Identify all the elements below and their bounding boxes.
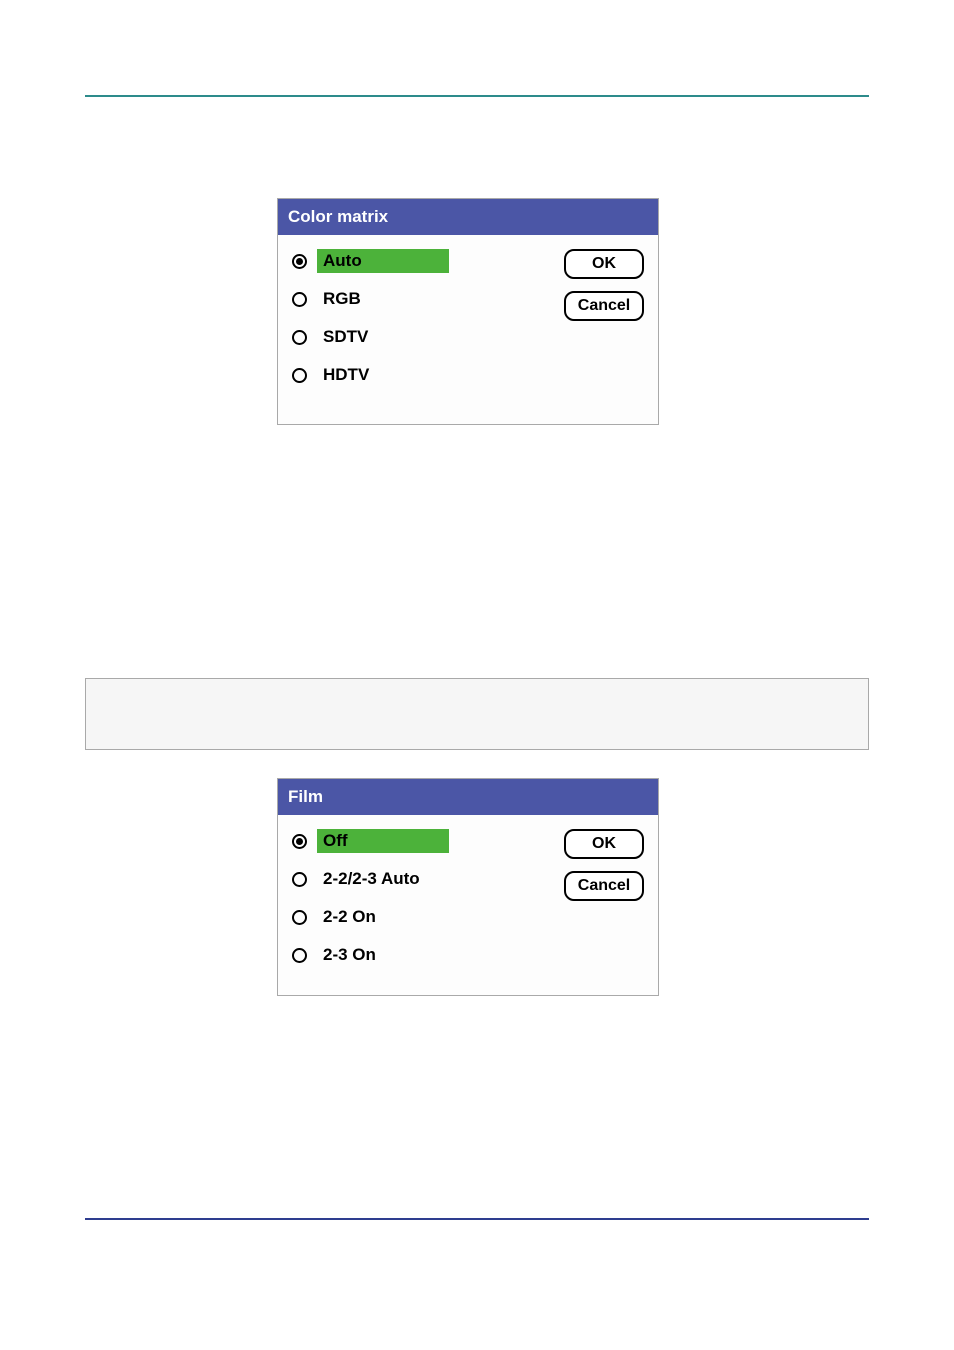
option-label: 2-2/2-3 Auto — [317, 867, 426, 891]
option-label: Auto — [317, 249, 449, 273]
ok-button[interactable]: OK — [564, 829, 644, 859]
option-label: SDTV — [317, 325, 374, 349]
bottom-divider — [85, 1218, 869, 1220]
radio-icon — [292, 910, 307, 925]
ok-button[interactable]: OK — [564, 249, 644, 279]
film-dialog: Film Off 2-2/2-3 Auto 2-2 On 2-3 On — [277, 778, 659, 996]
option-hdtv[interactable]: HDTV — [292, 363, 644, 387]
note-box — [85, 678, 869, 750]
option-label: RGB — [317, 287, 367, 311]
option-label: Off — [317, 829, 449, 853]
option-label: 2-2 On — [317, 905, 382, 929]
radio-icon — [292, 254, 307, 269]
option-label: 2-3 On — [317, 943, 382, 967]
cancel-button[interactable]: Cancel — [564, 871, 644, 901]
color-matrix-dialog: Color matrix Auto RGB SDTV HDTV — [277, 198, 659, 425]
radio-icon — [292, 834, 307, 849]
option-sdtv[interactable]: SDTV — [292, 325, 644, 349]
radio-icon — [292, 872, 307, 887]
film-title: Film — [278, 779, 658, 815]
option-label: HDTV — [317, 363, 375, 387]
radio-icon — [292, 368, 307, 383]
option-23-on[interactable]: 2-3 On — [292, 943, 644, 967]
cancel-button[interactable]: Cancel — [564, 291, 644, 321]
top-divider — [85, 95, 869, 97]
option-22-on[interactable]: 2-2 On — [292, 905, 644, 929]
radio-icon — [292, 948, 307, 963]
radio-icon — [292, 330, 307, 345]
color-matrix-title: Color matrix — [278, 199, 658, 235]
radio-icon — [292, 292, 307, 307]
